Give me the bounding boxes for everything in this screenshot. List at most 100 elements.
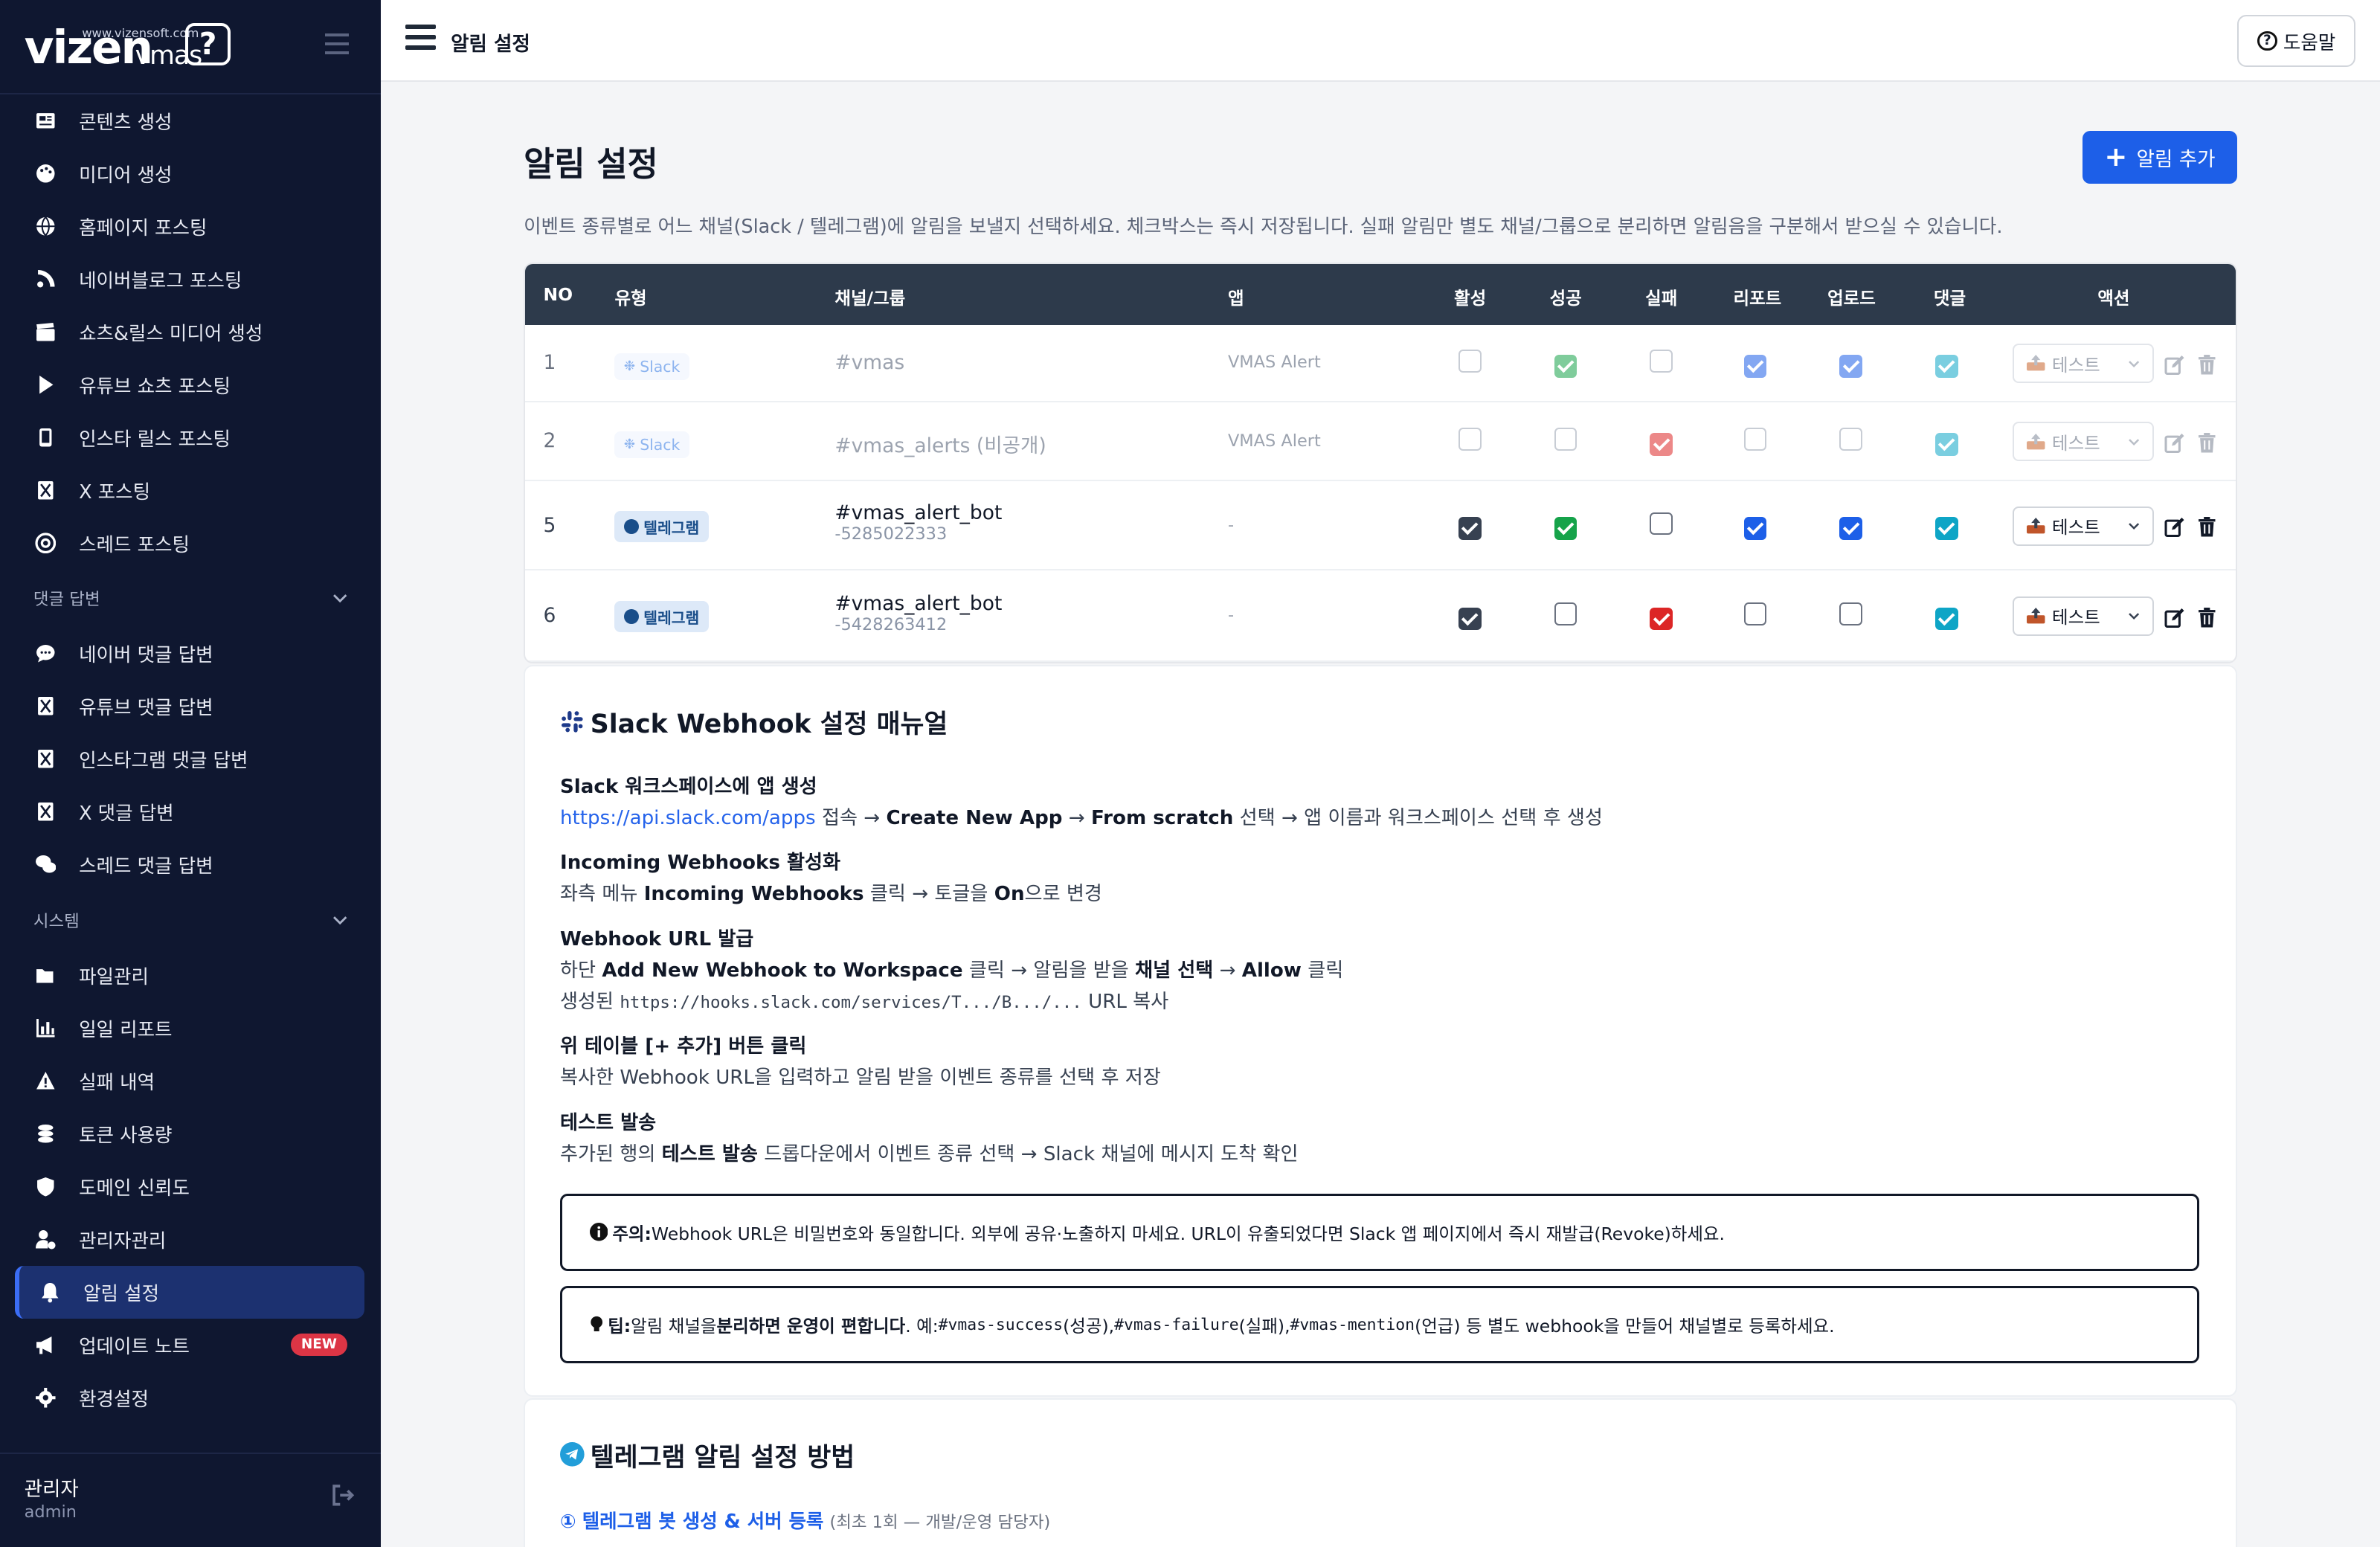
sidebar-item[interactable]: 콘텐츠 생성: [0, 94, 381, 147]
checkbox[interactable]: [1458, 517, 1482, 540]
test-select[interactable]: 테스트: [2013, 422, 2154, 462]
test-send-dropdown[interactable]: 테스트: [2013, 344, 2154, 384]
add-alert-button[interactable]: + 알림 추가: [2082, 130, 2238, 184]
edit-button[interactable]: [2164, 353, 2186, 381]
sidebar-item[interactable]: 실패 내역: [0, 1055, 381, 1107]
delete-button[interactable]: [2196, 431, 2218, 460]
sidebar-item[interactable]: 토큰 사용량: [0, 1107, 381, 1160]
active-checkbox[interactable]: [1458, 602, 1482, 631]
comment-checkbox[interactable]: [1934, 602, 1958, 631]
test-select[interactable]: 테스트: [2013, 506, 2154, 546]
section-system[interactable]: 시스템: [0, 891, 381, 949]
delete-button[interactable]: [2196, 605, 2218, 634]
telegram-step-1[interactable]: ① 텔레그램 봇 생성 & 서버 등록 (최초 1회 — 개발/운영 담당자): [560, 1506, 2201, 1534]
delete-button[interactable]: [2196, 515, 2218, 544]
checkbox[interactable]: [1458, 607, 1482, 631]
sidebar-item[interactable]: 스레드 댓글 답변: [0, 838, 381, 891]
upload-checkbox[interactable]: [1839, 428, 1862, 457]
logout-icon[interactable]: [329, 1482, 357, 1509]
fail-checkbox[interactable]: [1650, 350, 1673, 379]
active-checkbox[interactable]: [1458, 350, 1482, 379]
sidebar-item[interactable]: 관리자관리: [0, 1213, 381, 1266]
comment-checkbox[interactable]: [1934, 512, 1958, 541]
sidebar-item[interactable]: 스레드 포스팅: [0, 517, 381, 570]
section-comments[interactable]: 댓글 답변: [0, 570, 381, 628]
checkbox[interactable]: [1650, 433, 1673, 456]
sidebar-item[interactable]: 홈페이지 포스팅: [0, 200, 381, 253]
upload-checkbox[interactable]: [1839, 512, 1862, 541]
checkbox[interactable]: [1934, 607, 1958, 631]
checkbox[interactable]: [1743, 517, 1767, 540]
checkbox[interactable]: [1650, 350, 1673, 373]
checkbox[interactable]: [1839, 602, 1862, 625]
active-checkbox[interactable]: [1458, 512, 1482, 541]
sidebar-item[interactable]: X 댓글 답변: [0, 785, 381, 838]
sidebar-item[interactable]: 네이버 댓글 답변: [0, 627, 381, 680]
success-checkbox[interactable]: [1554, 350, 1577, 378]
hamburger-icon[interactable]: [405, 24, 436, 52]
sidebar-item[interactable]: 네이버블로그 포스팅: [0, 253, 381, 306]
comment-checkbox[interactable]: [1934, 350, 1958, 378]
sidebar-item[interactable]: 인스타 릴스 포스팅: [0, 411, 381, 464]
checkbox[interactable]: [1934, 433, 1958, 456]
sidebar-item[interactable]: 유튜브 댓글 답변: [0, 680, 381, 733]
comment-checkbox[interactable]: [1934, 428, 1958, 456]
lightbulb-icon: [591, 1316, 602, 1331]
test-send-dropdown[interactable]: 테스트: [2013, 596, 2154, 636]
checkbox[interactable]: [1650, 607, 1673, 631]
sidebar-item[interactable]: 도메인 신뢰도: [0, 1160, 381, 1213]
success-checkbox[interactable]: [1554, 602, 1577, 631]
help-button[interactable]: ? 도움말: [2237, 15, 2356, 67]
report-checkbox[interactable]: [1743, 350, 1767, 378]
sidebar-item[interactable]: 쇼츠&릴스 미디어 생성: [0, 306, 381, 358]
checkbox[interactable]: [1554, 517, 1577, 540]
test-select[interactable]: 테스트: [2013, 596, 2154, 636]
upload-checkbox[interactable]: [1839, 602, 1862, 631]
checkbox[interactable]: [1839, 517, 1862, 540]
checkbox[interactable]: [1554, 602, 1577, 625]
edit-button[interactable]: [2164, 515, 2186, 544]
active-checkbox[interactable]: [1458, 428, 1482, 457]
fail-checkbox[interactable]: [1650, 512, 1673, 541]
sidebar-item[interactable]: 유튜브 쇼츠 포스팅: [0, 358, 381, 411]
sidebar-item[interactable]: 업데이트 노트 NEW: [0, 1319, 381, 1371]
checkbox[interactable]: [1554, 354, 1577, 378]
report-checkbox[interactable]: [1743, 512, 1767, 541]
sidebar-item[interactable]: 인스타그램 댓글 답변: [0, 733, 381, 785]
fail-checkbox[interactable]: [1650, 602, 1673, 631]
upload-checkbox[interactable]: [1839, 350, 1862, 378]
test-select[interactable]: 테스트: [2013, 344, 2154, 384]
delete-button[interactable]: [2196, 353, 2218, 381]
tip-notice: 팁: 알림 채널을 분리하면 운영이 편합니다. 예: #vmas-succes…: [560, 1286, 2200, 1364]
checkbox[interactable]: [1839, 354, 1862, 378]
table-header: NO 유형 채널/그룹 앱 활성 성공 실패 리포트 업로드 댓글 액션: [525, 264, 2236, 325]
checkbox[interactable]: [1743, 602, 1767, 625]
fail-checkbox[interactable]: [1650, 428, 1673, 456]
report-checkbox[interactable]: [1743, 602, 1767, 631]
edit-button[interactable]: [2164, 431, 2186, 460]
checkbox[interactable]: [1458, 350, 1482, 373]
checkbox[interactable]: [1934, 354, 1958, 378]
success-checkbox[interactable]: [1554, 428, 1577, 457]
edit-button[interactable]: [2164, 605, 2186, 634]
checkbox[interactable]: [1650, 512, 1673, 536]
test-send-dropdown[interactable]: 테스트: [2013, 506, 2154, 546]
checkbox[interactable]: [1554, 428, 1577, 451]
checkbox[interactable]: [1743, 428, 1767, 451]
checkbox[interactable]: [1839, 428, 1862, 451]
checkbox[interactable]: [1458, 428, 1482, 451]
report-checkbox[interactable]: [1743, 428, 1767, 457]
sidebar-item[interactable]: 일일 리포트: [0, 1002, 381, 1055]
sidebar-item[interactable]: 환경설정: [0, 1371, 381, 1424]
sidebar-toggle-icon[interactable]: [324, 33, 350, 55]
sidebar-item[interactable]: 알림 설정: [15, 1265, 364, 1319]
test-send-dropdown[interactable]: 테스트: [2013, 422, 2154, 462]
newspaper-icon: [33, 109, 58, 133]
sidebar-item[interactable]: 미디어 생성: [0, 147, 381, 200]
checkbox[interactable]: [1934, 517, 1958, 540]
sidebar-item[interactable]: 파일관리: [0, 949, 381, 1002]
checkbox[interactable]: [1743, 354, 1767, 378]
success-checkbox[interactable]: [1554, 512, 1577, 541]
sidebar-item[interactable]: X 포스팅: [0, 464, 381, 517]
slack-apps-link[interactable]: https://api.slack.com/apps: [560, 807, 816, 829]
